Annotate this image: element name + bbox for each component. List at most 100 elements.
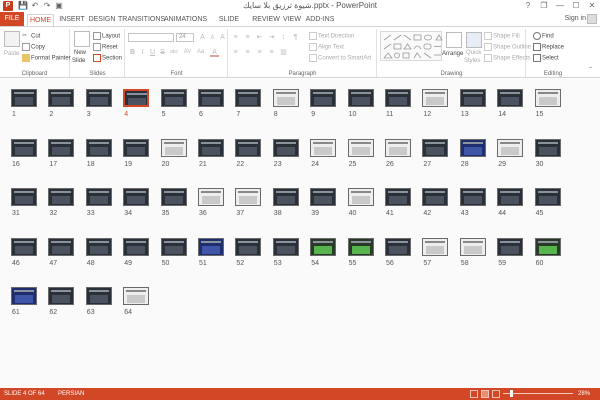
slide-thumbnail[interactable] [11,89,37,107]
slide-thumbnail[interactable] [272,89,299,107]
rtl-icon[interactable]: ¶ [291,33,300,42]
reset-button[interactable]: Reset [93,43,118,51]
slide-thumbnail[interactable] [160,237,187,256]
shape-fill-button[interactable]: Shape Fill [484,32,520,40]
slide-thumbnail[interactable] [459,138,486,157]
slide-thumbnail[interactable] [385,188,411,206]
zoom-slider-thumb[interactable] [510,390,513,397]
change-case-button[interactable]: Aa [195,48,206,57]
slide-thumbnail[interactable] [85,138,112,157]
slide-thumbnail[interactable] [198,237,224,256]
slide-thumbnail[interactable] [123,89,150,107]
slide-thumbnail[interactable] [160,188,187,206]
slide-thumbnail[interactable] [198,188,224,206]
increase-indent-icon[interactable]: ⇥ [267,33,276,42]
slide-thumbnail[interactable] [48,237,75,256]
columns-icon[interactable]: ▥ [279,48,288,57]
shape-effects-button[interactable]: Shape Effects [484,54,530,62]
slide-thumbnail[interactable] [534,138,561,157]
align-text-button[interactable]: Align Text [309,43,344,51]
redo-icon[interactable]: ↷ [42,1,52,11]
slide-thumbnail[interactable] [11,138,37,157]
start-slideshow-icon[interactable]: ▣ [54,1,64,11]
save-icon[interactable]: 💾 [18,1,28,11]
strikethrough-button[interactable]: S [158,48,167,57]
slide-thumbnail[interactable] [422,138,449,157]
font-size-combo[interactable]: 24 [176,33,194,42]
tab-slide-show[interactable]: SLIDE SHOW [209,14,249,35]
ribbon-display-options-icon[interactable]: ❐ [536,0,552,12]
tab-animations[interactable]: ANIMATIONS [164,14,207,26]
text-shadow-button[interactable]: abc [168,48,180,57]
tab-file[interactable]: FILE [0,12,24,26]
slide-thumbnail[interactable] [497,138,524,157]
slide-thumbnail[interactable] [347,138,374,157]
slide-thumbnail[interactable] [48,188,75,206]
slide-thumbnail[interactable] [422,89,449,107]
collapse-ribbon-icon[interactable]: ⌃ [588,66,593,73]
paste-button[interactable]: Paste [4,51,19,57]
slide-thumbnail[interactable] [85,89,112,107]
slide-thumbnail[interactable] [422,188,449,206]
bullets-icon[interactable]: ≡ [231,33,240,42]
slide-thumbnail[interactable] [123,237,150,256]
undo-icon[interactable]: ↶ [30,1,40,11]
slide-thumbnail[interactable] [347,188,374,206]
slide-thumbnail[interactable] [48,138,75,157]
slide-thumbnail[interactable] [235,89,262,107]
language-indicator[interactable]: PERSIAN [58,391,84,397]
numbering-icon[interactable]: ≡ [243,33,252,42]
grow-font-button[interactable]: A [198,33,207,42]
slide-thumbnail[interactable] [497,188,524,206]
user-avatar[interactable] [587,14,597,24]
text-direction-button[interactable]: Text Direction [309,32,354,40]
slide-thumbnail[interactable] [11,188,37,206]
slide-thumbnail[interactable] [235,138,262,157]
slide-thumbnail[interactable] [272,138,299,157]
slide-thumbnail[interactable] [459,89,486,107]
help-button[interactable]: ? [520,0,536,12]
section-button[interactable]: Section [93,54,122,62]
tab-insert[interactable]: INSERT [58,14,86,26]
tab-transitions[interactable]: TRANSITIONS [118,14,165,26]
slide-thumbnail[interactable] [310,188,337,206]
tab-design[interactable]: DESIGN [88,14,116,26]
slide-thumbnail[interactable] [272,188,299,206]
slide-thumbnail[interactable] [198,138,224,157]
slide-thumbnail[interactable] [85,188,112,206]
find-button[interactable]: Find [533,32,554,40]
slide-thumbnail[interactable] [235,188,262,206]
layout-button[interactable]: Layout [93,32,120,40]
slide-thumbnail[interactable] [385,89,411,107]
quick-styles-label-1[interactable]: Quick [466,50,481,56]
arrange-icon[interactable] [446,32,462,48]
clear-formatting-button[interactable]: A [218,33,227,42]
font-color-button[interactable]: A [210,48,219,57]
shapes-gallery[interactable] [380,31,443,61]
copy-button[interactable]: Copy [22,43,45,51]
align-center-icon[interactable]: ≡ [243,48,252,57]
italic-button[interactable]: I [138,48,147,57]
arrange-button[interactable]: Arrange [442,51,463,57]
tab-view[interactable]: VIEW [282,14,302,26]
slide-thumbnail[interactable] [198,89,224,107]
slide-thumbnail[interactable] [422,237,449,256]
new-slide-icon[interactable] [74,31,90,47]
slide-thumbnail[interactable] [85,237,112,256]
format-painter-button[interactable]: Format Painter [22,54,71,62]
slide-thumbnail[interactable] [48,287,75,305]
minimize-button[interactable]: — [552,0,568,12]
convert-smartart-button[interactable]: Convert to SmartArt [309,54,371,62]
slide-thumbnail[interactable] [534,188,561,206]
tab-add-ins[interactable]: ADD-INS [305,14,335,26]
new-slide-label-2[interactable]: Slide [72,58,85,64]
slide-thumbnail[interactable] [497,237,524,256]
slide-thumbnail[interactable] [123,188,150,206]
justify-icon[interactable]: ≡ [267,48,276,57]
slide-thumbnail[interactable] [160,89,187,107]
close-button[interactable]: ✕ [584,0,600,12]
slide-sorter-view-icon[interactable] [481,390,489,398]
bold-button[interactable]: B [128,48,137,57]
replace-button[interactable]: Replace [533,43,564,51]
slide-thumbnail[interactable] [123,138,150,157]
